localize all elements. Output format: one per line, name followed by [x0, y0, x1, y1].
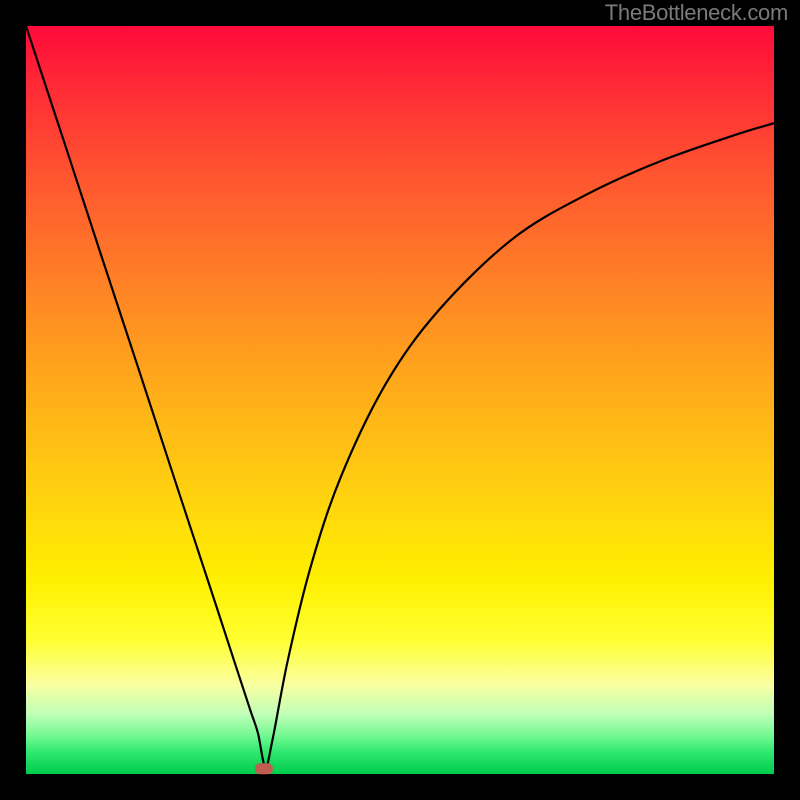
chart-container: TheBottleneck.com [0, 0, 800, 800]
chart-overlay [0, 0, 800, 800]
bottleneck-curve [26, 26, 774, 767]
watermark-label: TheBottleneck.com [605, 0, 788, 26]
min-point-marker [255, 763, 273, 774]
